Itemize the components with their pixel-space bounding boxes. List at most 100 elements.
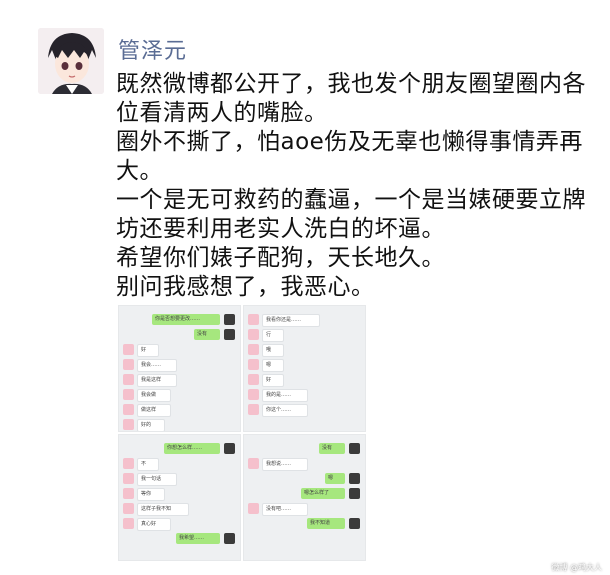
chat-avatar-icon [248,389,259,400]
image-thumbnail-1[interactable]: 你是否想要更改…… 没有好我会…… 我是这样我会做做这样好的 [118,305,241,432]
chat-avatar-icon [123,419,134,430]
username[interactable]: 管泽元 [118,33,187,65]
chat-avatar-icon [248,329,259,340]
chat-avatar-icon [123,359,134,370]
chat-bubble-text: 嗯 [328,475,334,481]
chat-bubble: 我希望…… [176,533,220,544]
chat-avatar-icon [349,488,360,499]
chat-avatar-icon [349,443,360,454]
chat-avatar-icon [248,503,259,514]
chat-bubble: 真心好 [137,518,171,531]
chat-bubble-text: 好 [141,347,147,353]
chat-bubble-text: 等你 [141,491,152,497]
chat-bubble-text: 你想怎么样…… [167,445,203,451]
chat-avatar-icon [248,344,259,355]
chat-bubble: 我是这样 [137,374,177,387]
chat-avatar-icon [349,518,360,529]
chat-bubble-text: 我不知道 [310,520,331,526]
chat-bubble: 没有吧…… [262,503,308,516]
chat-bubble-text: 我想说…… [266,461,292,467]
chat-avatar-icon [123,458,134,469]
post-line: 大。 [116,158,163,184]
chat-bubble-text: 没有 [197,331,208,337]
chat-bubble: 做这样 [137,404,171,417]
chat-avatar-icon [123,344,134,355]
chat-avatar-icon [248,359,259,370]
chat-bubble: 我不知道 [307,518,345,529]
chat-bubble: 不 [137,458,159,471]
chat-bubble-text: 好 [266,377,272,383]
chat-avatar-icon [123,488,134,499]
chat-bubble: 嗯怎么样了 [301,488,345,499]
chat-bubble: 没有 [194,329,220,340]
chat-bubble: 我一句话 [137,473,177,486]
chat-bubble: 好 [137,344,159,357]
post-line: 希望你们婊子配狗，天长地久。 [116,245,445,271]
chat-bubble: 你是否想要更改…… [152,314,220,325]
chat-avatar-icon [224,443,235,454]
chat-bubble-text: 没有 [322,445,333,451]
chat-bubble-text: 嗯 [266,362,272,368]
chat-avatar-icon [123,374,134,385]
chat-avatar-icon [224,314,235,325]
user-avatar[interactable] [38,28,104,94]
chat-bubble: 这样子我不知 [137,503,189,516]
watermark: 微博 @鸡大人 [551,563,602,572]
chat-bubble: 你这个…… [262,404,308,417]
image-thumbnail-3[interactable]: 你想怎么样…… 不我一句话等你这样子我不知 真心好我希望…… [118,434,241,561]
chat-bubble-text: 我会做 [141,392,157,398]
image-thumbnail-4[interactable]: 没有我想说…… 嗯嗯怎么样了没有吧…… 我不知道 [243,434,366,561]
chat-bubble: 等你 [137,488,165,501]
chat-bubble-text: 哦 [266,347,272,353]
chat-avatar-icon [123,518,134,529]
chat-avatar-icon [123,473,134,484]
chat-avatar-icon [123,503,134,514]
post-line: 位看清两人的嘴脸。 [116,100,328,126]
chat-bubble-text: 行 [266,332,272,338]
post-line: 别问我感想了，我恶心。 [116,274,375,300]
chat-bubble: 行 [262,329,284,342]
chat-bubble-text: 嗯怎么样了 [304,490,330,496]
chat-bubble: 你想怎么样…… [164,443,220,454]
chat-avatar-icon [123,404,134,415]
chat-bubble: 好的 [137,419,165,431]
chat-bubble-text: 这样子我不知 [141,506,172,512]
chat-bubble: 我的是…… [262,389,308,402]
chat-avatar-icon [248,404,259,415]
chat-bubble-text: 我看你还是…… [266,317,302,323]
chat-avatar-icon [248,458,259,469]
post-line: 圈外不撕了，怕aoe伤及无辜也懒得事情弄再 [116,129,583,155]
chat-bubble: 我会…… [137,359,177,372]
chat-bubble: 嗯 [262,359,284,372]
chat-bubble-text: 真心好 [141,521,157,527]
chat-avatar-icon [349,473,360,484]
chat-bubble-text: 我一句话 [141,476,162,482]
image-thumbnail-2[interactable]: 我看你还是…… 行哦嗯好我的是…… 你这个…… [243,305,366,432]
chat-bubble-text: 我的是…… [266,392,292,398]
post-text: 既然微博都公开了，我也发个朋友圈望圈内各 位看清两人的嘴脸。 圈外不撕了，怕ao… [116,70,586,302]
post-line: 既然微博都公开了，我也发个朋友圈望圈内各 [116,71,586,97]
post-line: 一个是无可救药的蠢逼，一个是当婊硬要立牌 [116,187,586,213]
chat-avatar-icon [248,374,259,385]
chat-avatar-icon [248,314,259,325]
chat-bubble: 我会做 [137,389,171,402]
chat-bubble-text: 你这个…… [266,407,292,413]
chat-avatar-icon [123,389,134,400]
chat-bubble: 我想说…… [262,458,308,471]
chat-bubble: 哦 [262,344,284,357]
chat-bubble: 我看你还是…… [262,314,320,327]
anime-avatar-icon [38,28,104,94]
chat-bubble-text: 做这样 [141,407,157,413]
chat-avatar-icon [224,533,235,544]
chat-bubble-text: 不 [141,461,147,467]
chat-bubble-text: 我会…… [141,362,162,368]
post-line: 坊还要利用老实人洗白的坏逼。 [116,216,445,242]
chat-bubble-text: 我是这样 [141,377,162,383]
chat-avatar-icon [224,329,235,340]
chat-bubble-text: 没有吧…… [266,506,292,512]
chat-bubble: 嗯 [325,473,345,484]
chat-bubble: 好 [262,374,284,387]
chat-bubble-text: 好的 [141,422,152,428]
chat-bubble-text: 我希望…… [179,535,205,541]
chat-bubble: 没有 [319,443,345,454]
